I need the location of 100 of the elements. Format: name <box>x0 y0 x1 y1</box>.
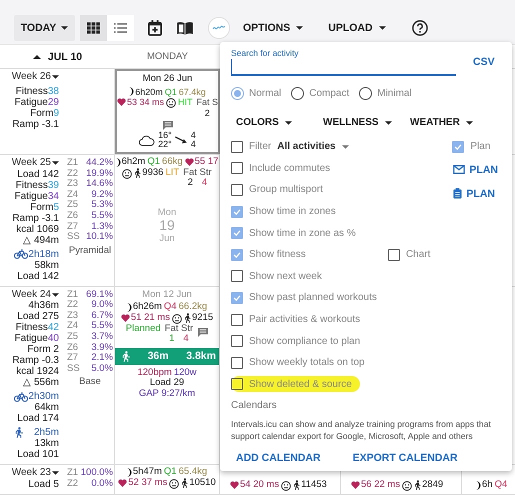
activity-filter-dropdown[interactable]: All activities <box>277 141 349 152</box>
calendar-add-icon[interactable] <box>148 20 162 36</box>
zone-percent: 5.5% <box>91 321 113 332</box>
sport-distance: 64km <box>34 402 59 414</box>
options-menu-button[interactable]: OPTIONS <box>243 22 304 34</box>
weekday-header: MONDAY <box>147 51 188 62</box>
checkbox[interactable] <box>231 184 243 196</box>
fat-strength-value: 1 <box>169 334 174 345</box>
week-dropdown[interactable]: Week 23 <box>12 468 59 479</box>
checkbox[interactable] <box>452 140 464 153</box>
calendar-button[interactable]: ADD CALENDAR <box>236 452 321 464</box>
day-cell[interactable]: Mon 12 Jun 6h26m Q4 66.2kg 51 21 ms 9215 Planned Fat Str 1 4 36m 3.8km 120bpm 120w Load 29 GAP 9:27/km <box>115 286 220 464</box>
zone-name: Z4 <box>67 321 78 332</box>
checkbox-label: Show weekly totals on top <box>249 357 365 368</box>
selected-day-cell[interactable]: Mon 26 Jun 6h20m Q1 67.4kg 53 34 ms HIT Fat S 2 16° 22° 4 4 <box>115 69 220 154</box>
checkbox[interactable] <box>231 206 243 218</box>
email-plan-button[interactable]: PLAN <box>453 158 498 182</box>
today-button[interactable]: TODAY <box>14 15 75 41</box>
week-stat: Load 142 <box>17 168 59 180</box>
checkbox[interactable] <box>231 227 243 240</box>
week-stat: 4h36m <box>28 300 59 312</box>
day-cell[interactable]: 5h47m Q1 65.4kg 52 37 ms 10510 <box>115 465 220 494</box>
heart-rate-variability: 53 34 ms <box>126 97 164 108</box>
week-stat: Ramp -0.3 <box>12 355 59 366</box>
fat-strength-label: Fat Str <box>164 324 194 334</box>
fat-strength-value: 4 <box>183 334 189 345</box>
sport-distance: 13km <box>34 438 59 450</box>
radio-button[interactable] <box>231 87 244 100</box>
zone-percent: 5.3% <box>91 200 113 211</box>
day-value: Q1 <box>147 157 160 168</box>
day-value: 120bpm <box>137 368 172 378</box>
dropdown-menu-button[interactable]: WEATHER <box>410 117 497 128</box>
checkbox[interactable] <box>231 378 243 390</box>
radio-button[interactable] <box>359 87 372 100</box>
checkbox-label: Show past planned workouts <box>249 292 377 304</box>
week-stat: Ramp -3.1 <box>12 118 59 130</box>
list-view-button[interactable] <box>107 15 134 41</box>
section-heading: Calendars <box>231 400 278 412</box>
heart-icon <box>118 478 128 487</box>
week-dropdown[interactable]: Week 24 <box>12 290 59 300</box>
day-value: 67.4kg <box>178 86 206 97</box>
zone-name: SS <box>67 232 80 243</box>
week-dropdown[interactable]: Week 26 <box>12 72 59 83</box>
checkbox[interactable] <box>231 270 243 282</box>
checkbox-label: Show compliance to plan <box>249 336 360 347</box>
grid-view-button[interactable] <box>80 15 107 41</box>
moon-icon <box>476 481 481 490</box>
moon-icon <box>129 87 134 96</box>
radio-label: Compact <box>309 88 350 99</box>
sport-distance: 58km <box>34 260 59 271</box>
comment-icon <box>162 121 172 130</box>
wind-speed: 4 <box>190 131 196 140</box>
checkbox-label: Show time in zone as % <box>249 228 356 239</box>
sport-load: Load 101 <box>17 449 59 460</box>
checkbox[interactable] <box>231 292 243 304</box>
csv-button[interactable]: CSV <box>473 56 495 68</box>
caret-icon <box>32 54 41 58</box>
zone-name: Z3 <box>67 310 78 322</box>
sleep-time: 6h26m <box>132 302 162 313</box>
week-stat: Fatigue29 <box>14 96 59 108</box>
week-dropdown[interactable]: Week 25 <box>12 158 59 169</box>
day-value: Q4 <box>164 302 177 313</box>
heart-icon <box>351 481 360 490</box>
previous-month-button[interactable]: JUL 10 <box>32 50 82 62</box>
zone-percent: 3.9% <box>91 342 113 353</box>
radio-button[interactable] <box>291 87 304 100</box>
upload-menu-button[interactable]: UPLOAD <box>328 22 386 34</box>
checkbox[interactable] <box>231 335 243 348</box>
checkbox[interactable] <box>231 140 243 153</box>
day-value: 66.2kg <box>178 302 208 313</box>
wind-arrow-icon <box>174 136 188 144</box>
zone-percent: 2.1% <box>91 353 113 364</box>
clipboard-plan-button[interactable]: PLAN <box>453 182 495 206</box>
zone-name: Z4 <box>67 190 78 200</box>
book-icon[interactable] <box>176 21 194 35</box>
comment-icon <box>198 328 208 337</box>
checkbox[interactable] <box>231 162 243 174</box>
help-icon[interactable] <box>412 20 428 36</box>
activity-duration: 36m <box>148 350 169 362</box>
day-value: 120w <box>174 368 197 378</box>
zone-percent: 0.0% <box>91 478 113 490</box>
zone-percent: 6.7% <box>91 310 113 321</box>
checkbox-label: Group multisport <box>249 184 323 196</box>
moon-icon <box>126 302 132 312</box>
zone-percent: 9.0% <box>91 300 113 311</box>
calendar-button[interactable]: EXPORT CALENDAR <box>352 452 458 464</box>
checkbox-label: Plan <box>470 141 490 152</box>
dropdown-menu-button[interactable]: COLORS <box>236 117 323 128</box>
checkbox[interactable] <box>231 314 243 326</box>
sleep-time: 5h47m <box>132 467 162 478</box>
walker-icon <box>184 312 191 323</box>
zone-percent: 9.2% <box>91 190 113 200</box>
dropdown-menu-button[interactable]: WELLNESS <box>323 117 410 128</box>
checkbox[interactable] <box>231 248 243 261</box>
week-stat: △ 494m <box>23 234 59 246</box>
checkbox-label: Show time in zones <box>249 206 336 218</box>
checkbox[interactable] <box>388 248 400 261</box>
sport-duration: 2h18m <box>28 248 59 260</box>
checkbox[interactable] <box>231 356 243 369</box>
sport-load: Load 142 <box>17 270 59 282</box>
